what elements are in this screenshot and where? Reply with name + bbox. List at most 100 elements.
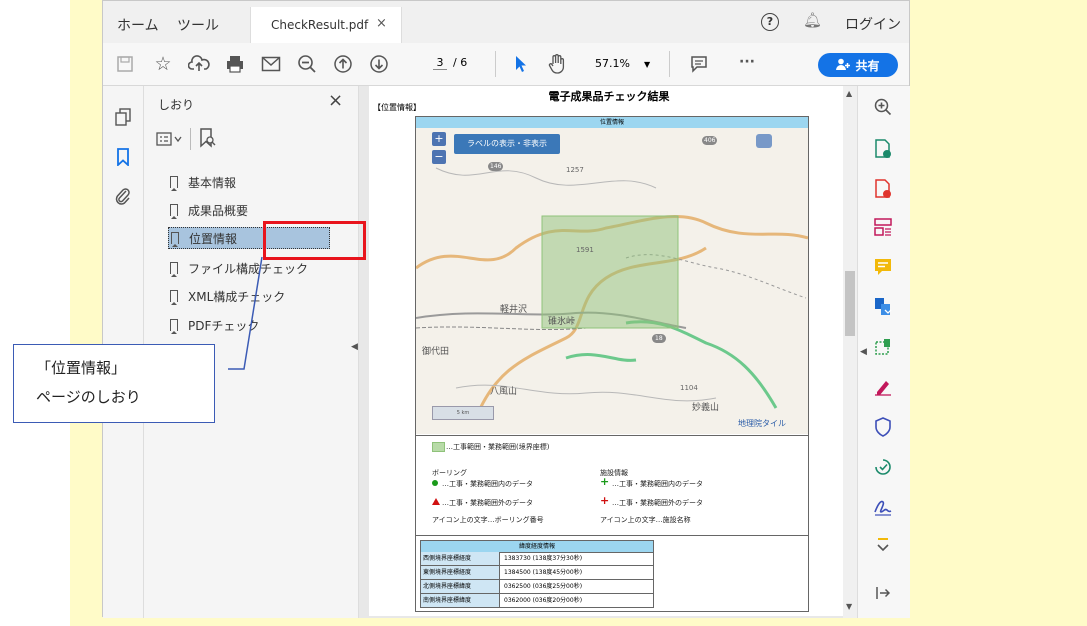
bookmark-panel-icon[interactable] xyxy=(116,148,130,170)
green-plus-icon: + xyxy=(600,475,610,488)
table-row: 東側境界座標経度 1384500 (138度45分00秒) xyxy=(420,566,654,580)
upload-cloud-icon[interactable] xyxy=(187,52,211,76)
bookmark-label: 位置情報 xyxy=(189,231,238,246)
protect-shield-icon[interactable] xyxy=(872,416,894,438)
help-icon[interactable]: ? xyxy=(761,13,779,31)
tab-document-label: CheckResult.pdf xyxy=(271,18,369,32)
comment-tool-icon[interactable] xyxy=(872,256,894,278)
table-cell-label: 北側境界座標緯度 xyxy=(421,580,500,593)
export-pdf-icon[interactable] xyxy=(872,138,894,160)
save-icon[interactable] xyxy=(113,52,137,76)
mail-icon[interactable] xyxy=(259,52,283,76)
send-for-review-icon[interactable] xyxy=(872,456,894,478)
bell-icon[interactable]: 🔔︎ xyxy=(803,11,822,29)
table-cell-label: 西側境界座標経度 xyxy=(421,552,500,565)
tab-close-button[interactable]: × xyxy=(376,16,387,31)
select-pointer-icon[interactable] xyxy=(509,52,533,76)
legend-boring-in: …工事・業務範囲内のデータ xyxy=(442,480,533,488)
scroll-thumb[interactable] xyxy=(845,271,855,336)
comment-icon[interactable] xyxy=(687,52,711,76)
vertical-scrollbar[interactable]: ▲ ▼ xyxy=(843,86,857,618)
tab-tools[interactable]: ツール xyxy=(177,15,219,35)
new-bookmark-icon[interactable] xyxy=(198,128,216,152)
document-title: 電子成果品チェック結果 xyxy=(548,90,670,103)
table-cell-label: 東側境界座標経度 xyxy=(421,566,500,579)
bookmark-item[interactable]: ファイル構成チェック xyxy=(170,257,360,279)
collapse-panel-icon[interactable]: ◀ xyxy=(351,342,358,352)
acrobat-window: ホーム ツール CheckResult.pdf × ? 🔔︎ ログイン ☆ 3 … xyxy=(102,0,910,618)
hand-tool-icon[interactable] xyxy=(545,52,569,76)
legend-boring-out: …工事・業務範囲外のデータ xyxy=(442,499,533,507)
page-down-icon[interactable] xyxy=(367,52,391,76)
legend-facility-out: …工事・業務範囲外のデータ xyxy=(612,499,703,507)
scroll-up-icon[interactable]: ▲ xyxy=(846,89,852,98)
organize-pages-icon[interactable] xyxy=(872,216,894,238)
expand-rail-icon[interactable]: ◀ xyxy=(860,347,867,357)
bookmarks-panel-title: しおり xyxy=(158,98,195,112)
table-cell-label: 南側境界座標緯度 xyxy=(421,594,500,607)
bookmark-item[interactable]: PDFチェック xyxy=(170,314,360,336)
print-icon[interactable] xyxy=(223,52,247,76)
callout-line-1: 「位置情報」 xyxy=(36,359,127,377)
zoom-out-icon[interactable] xyxy=(295,52,319,76)
create-pdf-icon[interactable] xyxy=(872,178,894,200)
collapse-rail-icon[interactable] xyxy=(872,582,894,604)
share-button[interactable]: 共有 xyxy=(818,53,898,77)
legend-facility-note: アイコン上の文字…施設名称 xyxy=(600,516,691,524)
pages-panel-icon[interactable] xyxy=(115,108,131,130)
toolbar-divider xyxy=(669,51,670,77)
attachment-icon[interactable] xyxy=(115,186,131,210)
star-icon[interactable]: ☆ xyxy=(151,52,175,76)
map-view[interactable]: + − ラベルの表示・非表示 1257 1591 1104 軽井沢 碓氷峠 御代… xyxy=(416,128,808,434)
legend-area: …工事範囲・業務範囲(境界座標) xyxy=(446,443,550,451)
toolbar: ☆ 3 / 6 57.1% ▼ ··· 共有 xyxy=(103,43,909,86)
fill-sign-icon[interactable] xyxy=(872,376,894,398)
combine-files-icon[interactable] xyxy=(872,296,894,318)
bookmark-item[interactable]: XML構成チェック xyxy=(170,285,360,307)
tab-document[interactable]: CheckResult.pdf × xyxy=(250,7,402,43)
bookmark-icon xyxy=(170,262,178,277)
bookmark-label: PDFチェック xyxy=(188,318,260,333)
close-panel-button[interactable]: × xyxy=(328,90,343,111)
layer-icon[interactable] xyxy=(756,134,772,148)
bookmark-icon xyxy=(170,290,178,305)
map-label: 八風山 xyxy=(490,387,518,397)
table-cell-value: 1384500 (138度45分00秒) xyxy=(504,569,583,576)
bookmark-item[interactable]: 成果品概要 xyxy=(170,199,360,221)
zoom-level-select[interactable]: 57.1% ▼ xyxy=(595,57,650,70)
chevron-down-icon: ▼ xyxy=(643,60,651,69)
callout-line-2: ページのしおり xyxy=(36,388,141,406)
document-view[interactable]: 電子成果品チェック結果 【位置情報】 位置情報 + − ラベルの表示・非表示 1… xyxy=(359,86,857,618)
expand-tools-icon[interactable] xyxy=(872,534,894,556)
map-label: 1591 xyxy=(576,246,594,254)
bookmark-label: 成果品概要 xyxy=(188,203,249,218)
section-label: 【位置情報】 xyxy=(373,103,421,112)
login-link[interactable]: ログイン xyxy=(845,14,901,34)
zoom-in-icon[interactable] xyxy=(872,96,894,118)
table-row: 南側境界座標緯度 0362000 (036度20分00秒) xyxy=(420,594,654,608)
toolbar-divider xyxy=(495,51,496,77)
bookmark-label: 基本情報 xyxy=(188,175,237,190)
scroll-down-icon[interactable]: ▼ xyxy=(846,602,852,611)
tab-home[interactable]: ホーム xyxy=(117,15,159,35)
add-user-icon xyxy=(836,58,851,73)
zoom-in-button[interactable]: + xyxy=(432,132,446,146)
bookmark-options-icon[interactable] xyxy=(156,131,184,151)
legend-facility-in: …工事・業務範囲内のデータ xyxy=(612,480,703,488)
more-tools-icon[interactable]: ··· xyxy=(739,54,755,70)
signature-icon[interactable] xyxy=(872,496,894,518)
green-dot-icon xyxy=(432,480,438,486)
bookmark-item[interactable]: 基本情報 xyxy=(170,171,360,193)
page-up-icon[interactable] xyxy=(331,52,355,76)
zoom-out-button[interactable]: − xyxy=(432,150,446,164)
label-toggle-button[interactable]: ラベルの表示・非表示 xyxy=(454,134,560,154)
tile-attribution: 地理院タイル xyxy=(738,419,786,428)
bookmark-label: ファイル構成チェック xyxy=(188,261,309,276)
legend-boring-title: ボーリング xyxy=(432,469,467,477)
coordinate-table: 緯度経度情報 西側境界座標経度 1383730 (138度37分30秒) 東側境… xyxy=(416,535,808,612)
edit-pdf-icon[interactable] xyxy=(872,336,894,358)
road-number: 146 xyxy=(488,162,504,171)
page-number-input[interactable]: 3 xyxy=(433,56,447,70)
red-triangle-icon xyxy=(432,498,440,505)
panel-divider xyxy=(190,128,191,150)
